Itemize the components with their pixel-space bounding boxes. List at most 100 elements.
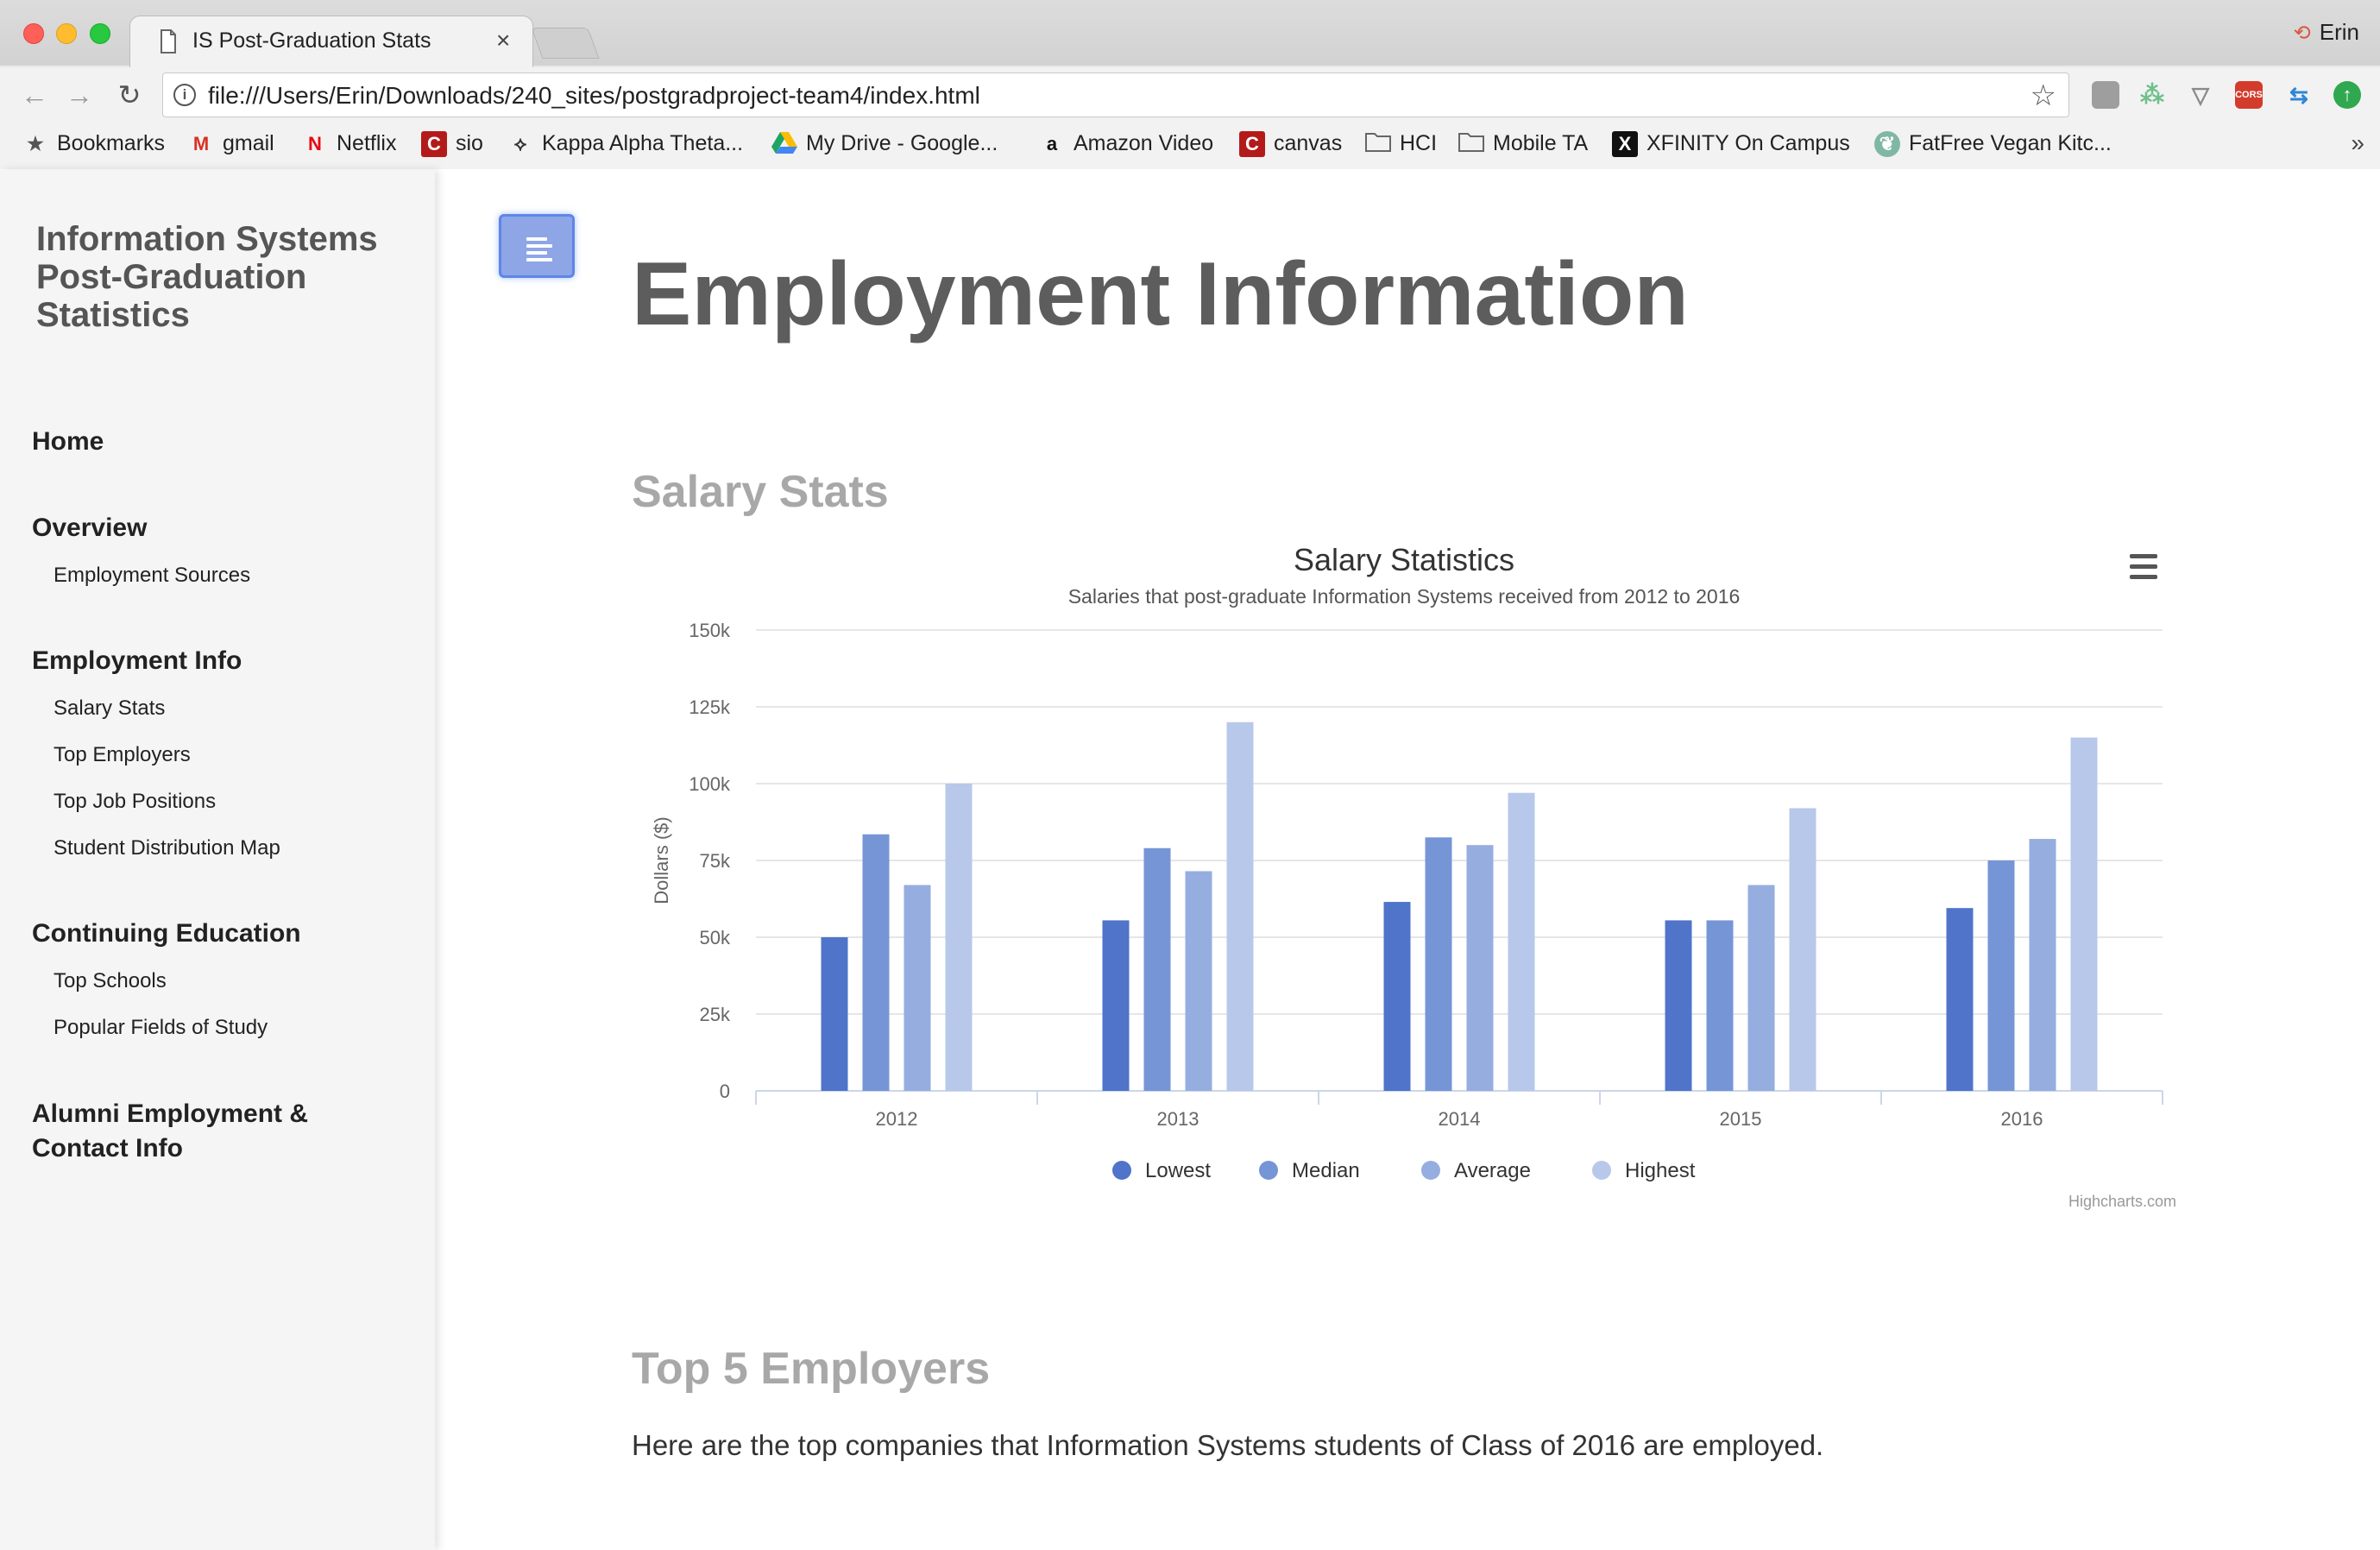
sync-icon: ⟲	[2293, 22, 2311, 45]
info-icon[interactable]: i	[173, 84, 196, 106]
bar-average-2016	[2029, 839, 2056, 1091]
x-tick-label: 2013	[1157, 1108, 1199, 1130]
sidebar-item-top-employers[interactable]: Top Employers	[54, 743, 191, 767]
y-axis-label: Dollars ($)	[651, 816, 672, 904]
sidebar-item-continuing-education[interactable]: Continuing Education	[32, 919, 301, 948]
legend-item-highest[interactable]: Highest	[1625, 1159, 1696, 1182]
sidebar-item-top-schools[interactable]: Top Schools	[54, 969, 167, 993]
bar-average-2015	[1747, 885, 1775, 1091]
legend-item-average[interactable]: Average	[1454, 1159, 1531, 1182]
bookmark-xfinity[interactable]: X XFINITY On Campus	[1612, 131, 1850, 158]
document-icon	[161, 29, 176, 54]
extension-shield-icon[interactable]	[2092, 81, 2119, 109]
legend-marker-average	[1421, 1161, 1440, 1180]
folder-icon	[1458, 131, 1484, 157]
star-icon: ★	[27, 133, 44, 155]
bar-lowest-2012	[821, 937, 848, 1091]
bookmark-canvas[interactable]: Ccanvas	[1239, 131, 1342, 158]
legend-marker-median	[1259, 1161, 1278, 1180]
page-title: Employment Information	[632, 244, 1689, 344]
sidebar-item-home[interactable]: Home	[32, 427, 104, 457]
tab-close-icon[interactable]: ×	[496, 27, 510, 54]
reload-icon[interactable]: ↻	[112, 78, 147, 112]
sidebar-item-popular-fields-of-study[interactable]: Popular Fields of Study	[54, 1016, 268, 1040]
bar-average-2014	[1466, 845, 1494, 1091]
amazon-icon: a	[1046, 133, 1058, 155]
url-text[interactable]: file:///Users/Erin/Downloads/240_sites/p…	[208, 82, 980, 110]
netflix-icon: N	[308, 133, 322, 155]
legend-item-lowest[interactable]: Lowest	[1145, 1159, 1211, 1182]
y-tick-label: 75k	[700, 850, 731, 872]
y-tick-label: 100k	[689, 773, 731, 795]
back-arrow-icon[interactable]: ←	[17, 78, 52, 112]
sidebar-toggle-button[interactable]	[499, 214, 575, 278]
bookmark-google-drive[interactable]: My Drive - Google...	[771, 131, 998, 157]
y-tick-label: 50k	[700, 927, 731, 948]
y-tick-label: 25k	[700, 1004, 731, 1025]
y-tick-label: 0	[720, 1081, 730, 1102]
chart-credit[interactable]: Highcharts.com	[2068, 1193, 2176, 1211]
sidebar-nav: Information Systems Post-Graduation Stat…	[0, 170, 435, 1550]
bar-median-2012	[862, 834, 890, 1091]
x-tick-label: 2014	[1439, 1108, 1481, 1130]
bar-median-2015	[1706, 920, 1734, 1091]
bar-median-2016	[1987, 860, 2015, 1091]
browser-tab-active[interactable]: IS Post-Graduation Stats ×	[129, 16, 533, 67]
extension-arrows-icon[interactable]: ⇆	[2285, 81, 2313, 109]
bar-lowest-2015	[1665, 920, 1692, 1091]
sidebar-item-top-job-positions[interactable]: Top Job Positions	[54, 790, 216, 814]
bar-highest-2016	[2070, 737, 2098, 1091]
extension-cors-icon[interactable]: CORS	[2235, 81, 2263, 109]
minimize-window-button[interactable]	[56, 23, 77, 44]
new-tab-button[interactable]	[531, 28, 600, 59]
xfinity-icon: X	[1612, 131, 1638, 158]
extension-up-arrow-icon[interactable]: ↑	[2333, 81, 2361, 109]
forward-arrow-icon[interactable]: →	[62, 78, 97, 112]
bookmarks-overflow-icon[interactable]: »	[2351, 129, 2364, 157]
bar-highest-2015	[1789, 808, 1816, 1091]
bookmark-fatfree-vegan[interactable]: ❦ FatFree Vegan Kitc...	[1874, 131, 2112, 158]
bookmark-bookmarks[interactable]: ★ Bookmarks	[22, 131, 165, 157]
bookmarks-bar: ★ Bookmarks Mgmail N Netflix Csio ⟡ Kappa A…	[0, 123, 2380, 169]
salary-stats-heading: Salary Stats	[632, 467, 889, 517]
profile-button[interactable]: ⟲ Erin	[2294, 19, 2359, 46]
address-bar[interactable]: i file:///Users/Erin/Downloads/240_sites…	[162, 72, 2069, 117]
bar-average-2013	[1185, 871, 1212, 1091]
cornell-icon: C	[1239, 131, 1265, 158]
close-window-button[interactable]	[23, 23, 44, 44]
bookmark-mobile-ta-folder[interactable]: Mobile TA	[1458, 131, 1588, 157]
gmail-icon: M	[192, 133, 210, 155]
y-tick-label: 150k	[689, 620, 731, 641]
extension-vue-icon[interactable]: ▽	[2187, 81, 2214, 109]
bookmark-hci-folder[interactable]: HCI	[1365, 131, 1437, 157]
bookmark-amazon-video[interactable]: a Amazon Video	[1039, 131, 1213, 157]
sidebar-item-alumni-employment[interactable]: Alumni Employment & Contact Info	[32, 1097, 412, 1166]
legend-item-median[interactable]: Median	[1292, 1159, 1360, 1182]
top-employers-heading: Top 5 Employers	[632, 1344, 991, 1394]
bookmark-star-icon[interactable]: ☆	[2031, 79, 2056, 113]
bookmark-netflix[interactable]: N Netflix	[302, 131, 396, 157]
bookmark-sio[interactable]: Csio	[421, 131, 483, 158]
bar-median-2014	[1425, 837, 1452, 1091]
cornell-icon: C	[421, 131, 447, 158]
google-drive-icon	[771, 131, 797, 157]
site-title[interactable]: Information Systems Post-Graduation Stat…	[36, 220, 416, 334]
sidebar-item-overview[interactable]: Overview	[32, 514, 147, 543]
maximize-window-button[interactable]	[90, 23, 110, 44]
folder-icon	[1365, 131, 1391, 157]
sidebar-item-employment-info[interactable]: Employment Info	[32, 646, 242, 676]
sidebar-item-student-distribution-map[interactable]: Student Distribution Map	[54, 836, 280, 860]
salary-chart: Salary Statistics Salaries that post-gra…	[632, 526, 2176, 1217]
bookmark-kappa-alpha-theta[interactable]: ⟡ Kappa Alpha Theta...	[507, 131, 743, 157]
bar-lowest-2014	[1383, 902, 1411, 1091]
bar-highest-2013	[1226, 721, 1254, 1091]
bookmark-gmail[interactable]: Mgmail	[188, 131, 274, 157]
bar-highest-2012	[945, 784, 973, 1091]
top-employers-description: Here are the top companies that Informat…	[632, 1429, 1824, 1461]
sidebar-item-salary-stats[interactable]: Salary Stats	[54, 696, 165, 721]
x-tick-label: 2012	[876, 1108, 918, 1130]
extension-tree-icon[interactable]: ⁂	[2138, 81, 2166, 109]
profile-name: Erin	[2319, 19, 2359, 45]
sidebar-item-employment-sources[interactable]: Employment Sources	[54, 564, 250, 588]
y-tick-label: 125k	[689, 696, 731, 718]
